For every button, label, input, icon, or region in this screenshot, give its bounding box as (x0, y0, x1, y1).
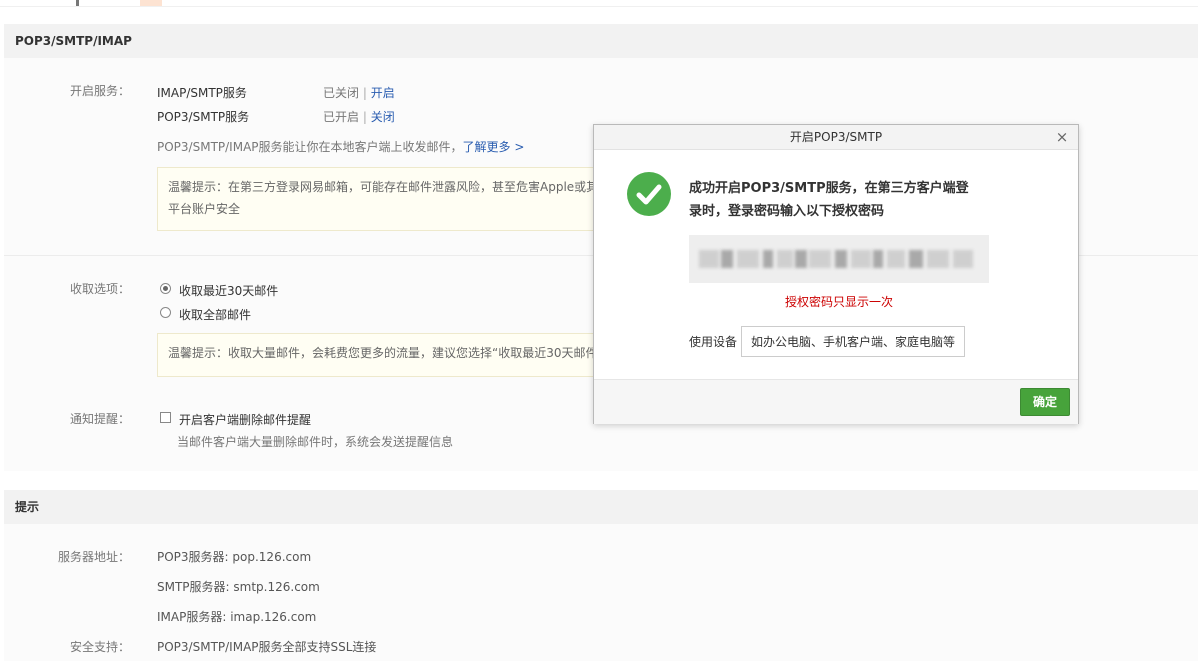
service-status-pop3: 已开启 | 关闭 (323, 108, 395, 125)
radio-all-mail[interactable] (160, 307, 171, 318)
top-strip (0, 0, 1198, 7)
description-text: POP3/SMTP/IMAP服务能让你在本地客户端上收发邮件， (157, 140, 463, 154)
success-message: 成功开启POP3/SMTP服务，在第三方客户端登 录时，登录密码输入以下授权密码 (689, 177, 999, 223)
disable-pop3-link[interactable]: 关闭 (371, 110, 395, 124)
top-strip-mark (76, 0, 79, 6)
service-name-pop3: POP3/SMTP服务 (157, 110, 250, 124)
status-text: 已关闭 (323, 86, 360, 100)
tip-line: 温馨提示：收取大量邮件，会耗费您更多的流量，建议您选择“收取最近30天邮件” (168, 346, 597, 360)
auth-code-blurred (689, 235, 989, 283)
auth-code-note: 授权密码只显示一次 (784, 295, 893, 309)
success-line: 录时，登录密码输入以下授权密码 (689, 204, 885, 219)
device-input[interactable] (741, 326, 965, 357)
confirm-button[interactable]: 确定 (1020, 388, 1070, 416)
enable-imap-link[interactable]: 开启 (371, 86, 395, 100)
smtp-server: SMTP服务器: smtp.126.com (157, 580, 320, 594)
check-circle-icon (627, 172, 671, 216)
warning-tip-box: 温馨提示：在第三方登录网易邮箱，可能存在邮件泄露风险，甚至危害Apple或其 平… (157, 167, 597, 231)
radio-label[interactable]: 收取最近30天邮件 (179, 282, 278, 299)
security-value: POP3/SMTP/IMAP服务全部支持SSL连接 (157, 640, 377, 654)
imap-server: IMAP服务器: imap.126.com (157, 610, 317, 624)
notify-description: 当邮件客户端大量删除邮件时，系统会发送提醒信息 (177, 435, 454, 449)
learn-more-link[interactable]: 了解更多 > (463, 140, 525, 154)
service-name-imap: IMAP/SMTP服务 (157, 86, 247, 100)
section-header-pop3: POP3/SMTP/IMAP (4, 24, 1198, 58)
tip-line: 温馨提示：在第三方登录网易邮箱，可能存在邮件泄露风险，甚至危害Apple或其 (168, 180, 597, 194)
checkbox-label[interactable]: 开启客户端删除邮件提醒 (179, 411, 311, 428)
service-description: POP3/SMTP/IMAP服务能让你在本地客户端上收发邮件，了解更多 > (157, 138, 524, 155)
delete-reminder-checkbox[interactable] (160, 412, 171, 423)
close-icon[interactable]: × (1054, 125, 1070, 149)
dialog-title: 开启POP3/SMTP (789, 130, 883, 144)
device-label: 使用设备 (689, 335, 738, 349)
section-title: POP3/SMTP/IMAP (15, 34, 132, 48)
security-label: 安全支持： (69, 640, 130, 654)
top-strip-decor (140, 0, 162, 6)
tip-line: 平台账户安全 (168, 202, 241, 216)
service-status-imap: 已关闭 | 开启 (323, 84, 395, 101)
enable-pop3-dialog: 开启POP3/SMTP × 成功开启POP3/SMTP服务，在第三方客户端登 录… (593, 124, 1079, 424)
check-mark (636, 184, 662, 205)
separator: | (362, 110, 367, 124)
success-line: 成功开启POP3/SMTP服务，在第三方客户端登 (689, 181, 969, 196)
notify-label: 通知提醒： (69, 412, 130, 426)
pop3-server: POP3服务器: pop.126.com (157, 550, 312, 564)
section-header-tips: 提示 (4, 490, 1198, 524)
dialog-header: 开启POP3/SMTP × (594, 125, 1078, 150)
dialog-footer: 确定 (594, 379, 1078, 424)
section-title: 提示 (15, 500, 40, 514)
service-label: 开启服务： (69, 84, 130, 98)
server-label: 服务器地址： (57, 550, 130, 564)
separator: | (362, 86, 367, 100)
receive-label: 收取选项： (69, 282, 130, 296)
radio-recent-30-days[interactable] (160, 283, 171, 294)
radio-label[interactable]: 收取全部邮件 (179, 306, 251, 323)
traffic-tip-box: 温馨提示：收取大量邮件，会耗费您更多的流量，建议您选择“收取最近30天邮件” (157, 333, 597, 377)
status-text: 已开启 (323, 110, 360, 124)
